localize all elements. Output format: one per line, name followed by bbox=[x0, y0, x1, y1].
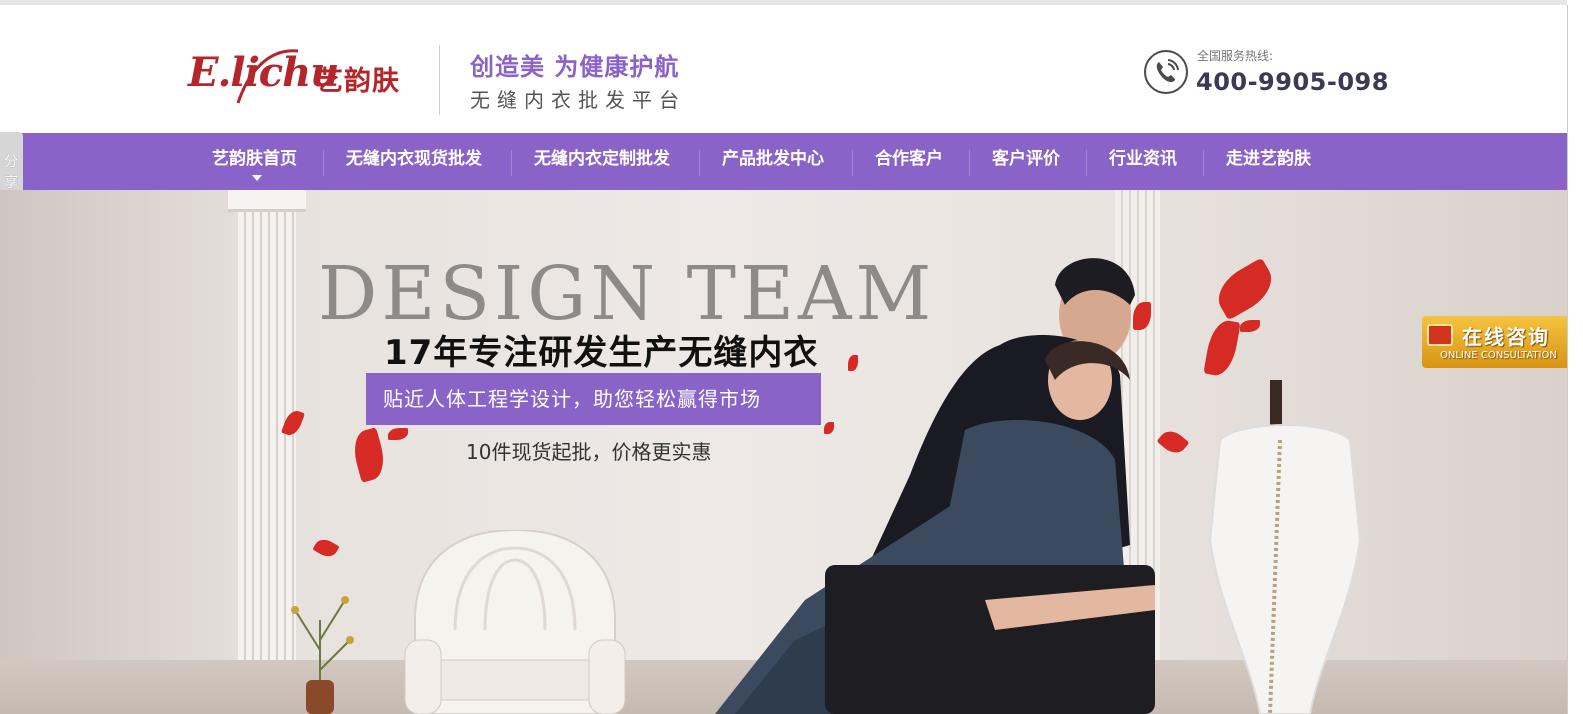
online-consult-sublabel: ONLINE CONSULTATION bbox=[1440, 350, 1557, 361]
share-label-1: 分 bbox=[4, 154, 18, 170]
gift-icon bbox=[1427, 324, 1453, 346]
armchair-image bbox=[404, 530, 626, 714]
petal-decoration bbox=[349, 427, 389, 483]
nav-item-news[interactable]: 行业资讯 bbox=[1109, 133, 1177, 190]
petal-decoration bbox=[312, 535, 340, 561]
brand-logo[interactable]: E.lichu 艺韵肤 bbox=[188, 41, 423, 117]
nav-item-custom-wholesale[interactable]: 无缝内衣定制批发 bbox=[534, 133, 670, 190]
nav-separator bbox=[1086, 150, 1087, 176]
phone-icon bbox=[1144, 50, 1188, 94]
petal-decoration bbox=[1209, 257, 1281, 321]
nav-separator bbox=[1203, 150, 1204, 176]
nav-separator bbox=[852, 150, 853, 176]
slogan-sub: 无缝内衣批发平台 bbox=[470, 88, 686, 112]
banner-title: 17年专注研发生产无缝内衣 bbox=[384, 333, 819, 373]
nav-item-home[interactable]: 艺韵肤首页 bbox=[212, 133, 297, 190]
nav-item-products[interactable]: 产品批发中心 bbox=[722, 133, 824, 190]
plant-image bbox=[291, 596, 354, 714]
nav-separator bbox=[699, 150, 700, 176]
scrollbar-track[interactable] bbox=[1567, 5, 1568, 714]
online-consultation-button[interactable]: 在线咨询 ONLINE CONSULTATION bbox=[1422, 316, 1583, 368]
main-nav: 艺韵肤首页 无缝内衣现货批发 无缝内衣定制批发 产品批发中心 合作客户 客户评价… bbox=[0, 133, 1583, 190]
petal-decoration bbox=[1203, 317, 1241, 379]
nav-item-about[interactable]: 走进艺韵肤 bbox=[1226, 133, 1311, 190]
page-right-edge bbox=[1567, 0, 1583, 714]
hotline-label: 全国服务热线: bbox=[1197, 49, 1274, 63]
nav-active-caret-icon bbox=[252, 175, 262, 181]
petal-decoration bbox=[388, 428, 408, 440]
petal-decoration bbox=[1156, 425, 1190, 459]
banner-highlight: 贴近人体工程学设计，助您轻松赢得市场 bbox=[366, 373, 821, 425]
site-header: E.lichu 艺韵肤 创造美 为健康护航 无缝内衣批发平台 全国服务热线: 4… bbox=[0, 5, 1583, 133]
hotline-number[interactable]: 400-9905-098 bbox=[1196, 68, 1389, 96]
logo-cn-text: 艺韵肤 bbox=[316, 66, 400, 97]
pillar-left-cap bbox=[228, 190, 306, 212]
petal-decoration bbox=[1240, 320, 1260, 332]
header-divider bbox=[439, 45, 440, 115]
nav-separator bbox=[511, 150, 512, 176]
banner-subtitle: 10件现货起批，价格更实惠 bbox=[466, 440, 712, 464]
nav-item-stock-wholesale[interactable]: 无缝内衣现货批发 bbox=[346, 133, 482, 190]
nav-separator bbox=[969, 150, 970, 176]
online-consult-label: 在线咨询 bbox=[1462, 325, 1550, 349]
nav-separator bbox=[323, 150, 324, 176]
slogan-main: 创造美 为健康护航 bbox=[470, 53, 680, 81]
banner-english-title: DESIGN TEAM bbox=[318, 251, 936, 337]
mannequin-image bbox=[1208, 380, 1362, 714]
nav-item-clients[interactable]: 合作客户 bbox=[875, 133, 943, 190]
hero-banner[interactable]: DESIGN TEAM 17年专注研发生产无缝内衣 贴近人体工程学设计，助您轻松… bbox=[0, 190, 1583, 714]
nav-item-reviews[interactable]: 客户评价 bbox=[992, 133, 1060, 190]
